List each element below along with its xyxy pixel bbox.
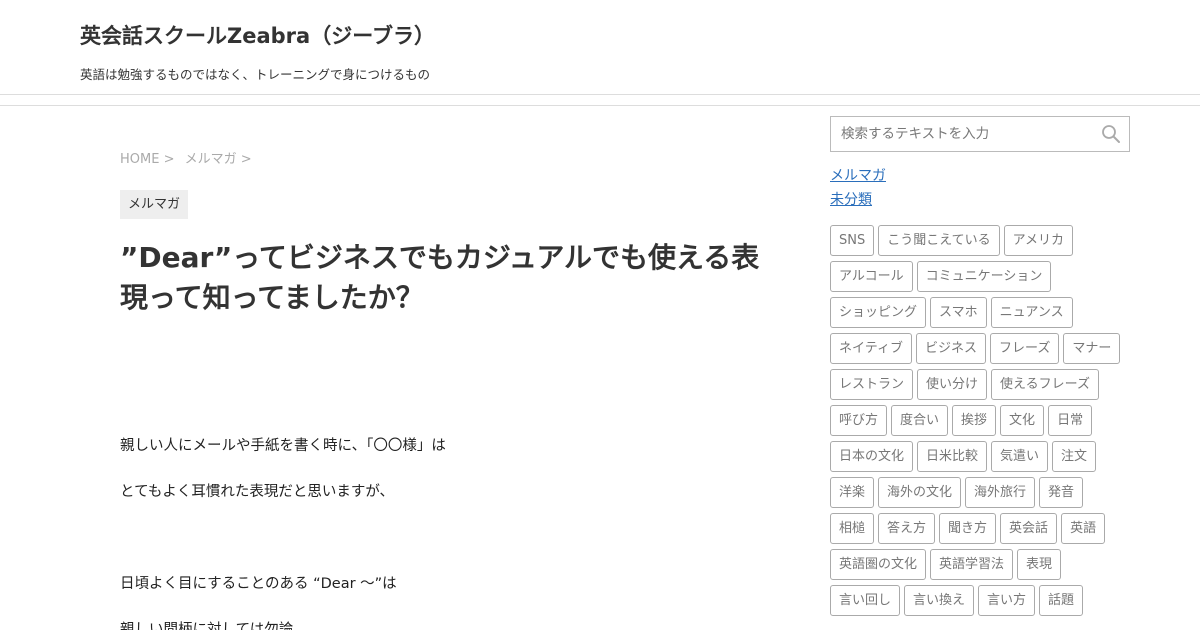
- tag-link[interactable]: 英語圏の文化: [830, 549, 927, 580]
- tag-row: レストラン 使い分け 使えるフレーズ: [830, 369, 1103, 400]
- tag-row: 日本の文化 日米比較 気遣い 注文: [830, 441, 1100, 472]
- post-paragraph: 親しい人にメールや手紙を書く時に、「〇〇様」は: [120, 438, 446, 454]
- tag-link[interactable]: 日本の文化: [830, 441, 914, 472]
- breadcrumb-home[interactable]: HOME >: [120, 152, 174, 167]
- breadcrumb: HOME > メルマガ >: [120, 148, 258, 167]
- tag-link[interactable]: 英語学習法: [930, 549, 1014, 580]
- search-box: [830, 116, 1130, 152]
- post-category-label[interactable]: メルマガ: [120, 190, 189, 219]
- post-paragraph: とてもよく耳慣れた表現だと思いますが、: [120, 484, 395, 500]
- tag-link[interactable]: 発音: [1039, 477, 1084, 508]
- post-paragraph: 日頃よく目にすることのある “Dear 〜”は: [120, 576, 397, 592]
- tag-link[interactable]: 度合い: [891, 405, 949, 436]
- tag-link[interactable]: 注文: [1052, 441, 1097, 472]
- category-link-uncategorized[interactable]: 未分類: [830, 189, 872, 209]
- tag-row: 相槌 答え方 聞き方 英会話 英語: [830, 513, 1109, 544]
- tag-link[interactable]: 使い分け: [917, 369, 988, 400]
- tag-link[interactable]: 話題: [1039, 585, 1084, 616]
- tag-link[interactable]: 文化: [1000, 405, 1045, 436]
- tag-link[interactable]: アルコール: [830, 261, 913, 292]
- tag-row: 洋楽 海外の文化 海外旅行 発音: [830, 477, 1087, 508]
- divider: [0, 105, 1200, 106]
- tag-link[interactable]: 気遣い: [991, 441, 1049, 472]
- tag-row: アルコール コミュニケーション: [830, 261, 1055, 292]
- tag-link[interactable]: 言い方: [978, 585, 1036, 616]
- site-title[interactable]: 英会話スクールZeabra（ジーブラ）: [80, 20, 435, 50]
- tag-link[interactable]: 相槌: [830, 513, 875, 544]
- search-input[interactable]: [831, 117, 1091, 151]
- tag-link[interactable]: 洋楽: [830, 477, 875, 508]
- tag-row: 言い回し 言い換え 言い方 話題: [830, 585, 1087, 616]
- tag-link[interactable]: ネイティブ: [830, 333, 912, 364]
- post-title: ”Dear”ってビジネスでもカジュアルでも使える表現って知ってましたか？: [120, 241, 760, 314]
- tag-link[interactable]: 聞き方: [939, 513, 997, 544]
- tag-link[interactable]: マナー: [1063, 333, 1121, 364]
- breadcrumb-category[interactable]: メルマガ >: [185, 152, 252, 167]
- tag-link[interactable]: 日常: [1048, 405, 1093, 436]
- tag-link[interactable]: 日米比較: [917, 441, 988, 472]
- tag-link[interactable]: 呼び方: [830, 405, 888, 436]
- tag-link[interactable]: 海外旅行: [965, 477, 1036, 508]
- tag-row: SNS こう聞こえている アメリカ: [830, 225, 1077, 256]
- tag-link[interactable]: 挨拶: [952, 405, 997, 436]
- tag-row: ネイティブ ビジネス フレーズ マナー: [830, 333, 1124, 364]
- tag-link[interactable]: ショッピング: [830, 297, 927, 328]
- tag-link[interactable]: スマホ: [930, 297, 987, 328]
- tag-link[interactable]: 英会話: [1000, 513, 1058, 544]
- site-header: 英会話スクールZeabra（ジーブラ） 英語は勉強するものではなく、トレーニング…: [0, 0, 1200, 95]
- tag-link[interactable]: コミュニケーション: [916, 261, 1052, 292]
- tag-link[interactable]: 言い回し: [830, 585, 901, 616]
- tag-row: 呼び方 度合い 挨拶 文化 日常: [830, 405, 1096, 436]
- search-icon[interactable]: [1101, 124, 1121, 144]
- tag-link[interactable]: SNS: [830, 225, 875, 256]
- tag-link[interactable]: ニュアンス: [990, 297, 1073, 328]
- tag-link[interactable]: 英語: [1061, 513, 1106, 544]
- tag-link[interactable]: ビジネス: [915, 333, 986, 364]
- tag-link[interactable]: 答え方: [878, 513, 936, 544]
- tag-link[interactable]: レストラン: [830, 369, 914, 400]
- tag-row: 英語圏の文化 英語学習法 表現: [830, 549, 1065, 580]
- tag-row: ショッピング スマホ ニュアンス: [830, 297, 1077, 328]
- tag-link[interactable]: 言い換え: [904, 585, 975, 616]
- tag-link[interactable]: アメリカ: [1003, 225, 1073, 256]
- tag-link[interactable]: 海外の文化: [878, 477, 962, 508]
- tag-link[interactable]: フレーズ: [989, 333, 1060, 364]
- tag-link[interactable]: こう聞こえている: [878, 225, 1000, 256]
- category-link-merumaga[interactable]: メルマガ: [830, 165, 886, 185]
- post-paragraph: 親しい間柄に対しては勿論: [120, 622, 294, 630]
- tag-link[interactable]: 表現: [1017, 549, 1062, 580]
- site-description: 英語は勉強するものではなく、トレーニングで身につけるもの: [80, 67, 431, 82]
- tag-link[interactable]: 使えるフレーズ: [991, 369, 1099, 400]
